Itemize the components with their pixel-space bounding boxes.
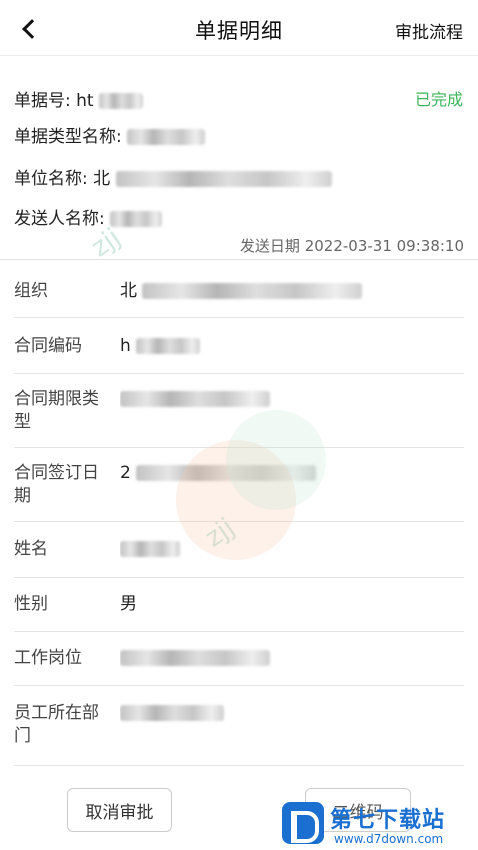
detail-row-contract-code: 合同编码 h: [14, 318, 464, 374]
row-value: [120, 388, 450, 411]
row-label: 工作岗位: [14, 648, 82, 668]
cancel-approval-button[interactable]: 取消审批: [67, 788, 172, 832]
row-label: 组织: [14, 281, 48, 301]
redacted-value: [110, 211, 163, 227]
document-type: 单据类型名称:: [14, 122, 206, 147]
detail-row-gender: 性别 男: [14, 578, 464, 632]
brand-name: 第七下载站: [330, 808, 446, 833]
redacted-value: [120, 541, 180, 557]
row-value: 北: [120, 280, 450, 303]
site-logo-icon: [282, 802, 324, 844]
document-type-text: 单据类型名称:: [14, 127, 122, 147]
nav-bar: 单据明细 审批流程: [0, 0, 478, 56]
row-value: [120, 647, 450, 670]
approval-flow-link[interactable]: 审批流程: [395, 18, 463, 43]
watermark-shape: [226, 410, 326, 510]
brand-watermark: 第七下载站 www.d7down.com: [282, 796, 476, 850]
redacted-value: [120, 391, 270, 407]
redacted-value: [98, 93, 143, 109]
row-value-text: h: [120, 336, 131, 356]
detail-row-org: 组织 北: [14, 262, 464, 318]
unit-name-text: 单位名称: 北: [14, 169, 111, 189]
row-label: 员工所在部门: [14, 703, 99, 746]
brand-url: www.d7down.com: [334, 832, 444, 846]
row-label: 合同编码: [14, 336, 82, 356]
detail-row-position: 工作岗位: [14, 632, 464, 686]
redacted-value: [136, 338, 201, 354]
row-label: 合同签订日期: [14, 463, 99, 506]
sender-name-text: 发送人名称:: [14, 209, 105, 229]
row-value: 男: [120, 594, 137, 614]
row-label: 合同期限类型: [14, 389, 99, 432]
sender-name: 发送人名称:: [14, 204, 163, 229]
row-value-text: 北: [120, 281, 137, 301]
document-summary: 单据号: ht 已完成 单据类型名称: 单位名称: 北 发送人名称: 发送日期 …: [0, 70, 478, 260]
send-date: 发送日期 2022-03-31 09:38:10: [239, 237, 464, 255]
redacted-value: [127, 129, 206, 145]
status-badge: 已完成: [414, 90, 463, 109]
document-number-text: 单据号: ht: [14, 91, 94, 111]
unit-name: 单位名称: 北: [14, 164, 332, 189]
redacted-value: [142, 283, 363, 299]
row-value: h: [120, 335, 450, 358]
row-value: [120, 538, 450, 561]
redacted-value: [115, 171, 332, 187]
document-number: 单据号: ht: [14, 86, 143, 111]
row-value: [120, 702, 450, 725]
redacted-value: [120, 650, 270, 666]
detail-row-department: 员工所在部门: [14, 686, 464, 766]
row-value-text: 2: [120, 463, 131, 483]
row-label: 性别: [14, 594, 48, 614]
row-label: 姓名: [14, 539, 48, 559]
redacted-value: [120, 705, 224, 721]
